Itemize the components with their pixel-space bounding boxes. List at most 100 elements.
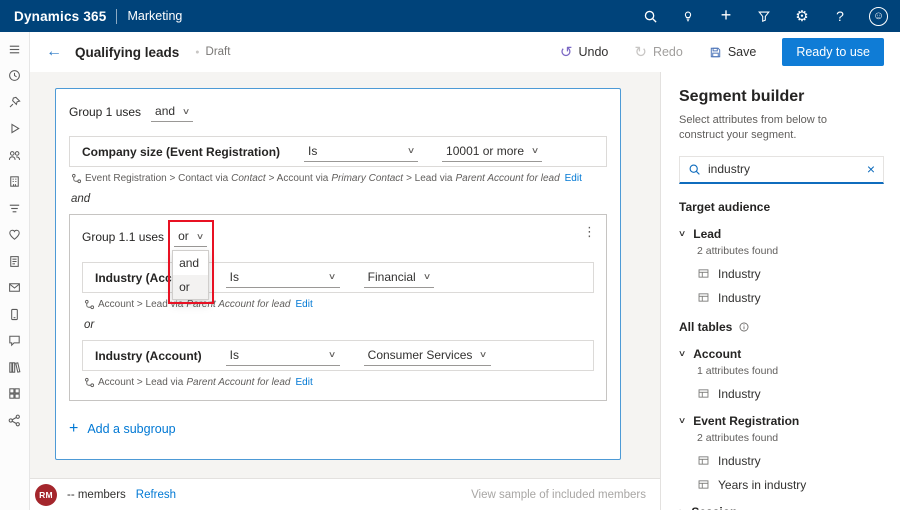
menu-icon[interactable]: [7, 41, 23, 57]
ready-to-use-button[interactable]: Ready to use: [782, 38, 884, 66]
redo-icon: ↻: [634, 43, 647, 61]
path-text: > Lead via: [406, 173, 452, 184]
attribute-label: Industry: [718, 454, 761, 468]
condition-operator-dropdown[interactable]: Is ∨: [304, 142, 418, 162]
search-icon[interactable]: [641, 7, 659, 25]
library-books-icon[interactable]: [7, 359, 23, 375]
lightbulb-icon[interactable]: [679, 7, 697, 25]
tree-group-lead-toggle[interactable]: ∨ Lead: [679, 227, 884, 241]
tree-group-event-registration: ∨ Event Registration 2 attributes found …: [679, 414, 884, 492]
attribute-icon: [697, 291, 710, 304]
attribute-item-years-in-industry[interactable]: Years in industry: [697, 478, 884, 492]
path-entity: Primary Contact: [331, 173, 403, 184]
group-1-operator-dropdown[interactable]: and ∨: [151, 102, 193, 122]
condition-value-dropdown[interactable]: Financial ∨: [364, 268, 434, 288]
attribute-label: Industry: [718, 387, 761, 401]
condition-value-dropdown[interactable]: Consumer Services ∨: [364, 346, 491, 366]
plus-icon: +: [69, 421, 78, 437]
condition-row-industry-consumer-services[interactable]: Industry (Account) Is ∨ Consumer Service…: [82, 340, 594, 371]
play-icon[interactable]: [7, 121, 23, 137]
edit-link[interactable]: Edit: [295, 377, 312, 388]
more-options-icon[interactable]: ⋮: [583, 224, 596, 240]
people-icon[interactable]: [7, 147, 23, 163]
app-name[interactable]: Marketing: [127, 9, 182, 23]
condition-row-company-size[interactable]: Company size (Event Registration) Is ∨ 1…: [69, 136, 607, 167]
apps-grid-icon[interactable]: [7, 386, 23, 402]
add-icon[interactable]: +: [717, 6, 735, 24]
relationship-icon: [84, 299, 95, 310]
operator-option-or[interactable]: or: [173, 275, 208, 299]
form-page-icon[interactable]: [7, 253, 23, 269]
mobile-phone-icon[interactable]: [7, 306, 23, 322]
group-1-1-operator-dropdown[interactable]: or ∨: [174, 227, 207, 247]
chevron-down-icon: ∨: [328, 271, 336, 282]
tree-group-name: Session: [691, 505, 737, 510]
settings-gear-icon[interactable]: ⚙: [793, 7, 811, 25]
save-button[interactable]: Save: [709, 45, 757, 59]
share-network-icon[interactable]: [7, 412, 23, 428]
attribute-item-industry[interactable]: Industry: [697, 291, 884, 305]
heart-icon[interactable]: [7, 227, 23, 243]
clear-search-icon[interactable]: ×: [867, 162, 875, 176]
building-icon[interactable]: [7, 174, 23, 190]
add-subgroup-button[interactable]: + Add a subgroup: [69, 421, 607, 437]
path-entity: Contact: [231, 173, 265, 184]
value-text: 10001 or more: [446, 144, 524, 158]
operator-dropdown-menu: and or: [172, 250, 209, 300]
attribute-item-industry[interactable]: Industry: [697, 387, 884, 401]
search-input[interactable]: [708, 162, 860, 176]
undo-button[interactable]: ↺ Undo: [560, 43, 608, 61]
segment-builder-panel: Segment builder Select attributes from b…: [660, 72, 900, 510]
path-text: > Account via: [269, 173, 329, 184]
chat-icon[interactable]: [7, 333, 23, 349]
relationship-path: Event Registration > Contact via Contact…: [71, 173, 607, 184]
condition-operator-dropdown[interactable]: Is ∨: [226, 346, 340, 366]
edit-link[interactable]: Edit: [565, 173, 582, 184]
info-icon[interactable]: [738, 321, 750, 333]
attribute-item-industry[interactable]: Industry: [697, 454, 884, 468]
path-entity: Parent Account for lead: [186, 377, 290, 388]
chevron-down-icon: ∨: [479, 349, 487, 360]
user-avatar-icon[interactable]: ☺: [869, 7, 888, 26]
condition-operator-dropdown[interactable]: Is ∨: [226, 268, 340, 288]
operator-value: Is: [230, 270, 239, 284]
attribute-search-box: ×: [679, 156, 884, 184]
chevron-down-icon: ∨: [531, 145, 539, 156]
add-subgroup-label: Add a subgroup: [87, 422, 175, 436]
condition-field-label: Industry (Account): [95, 349, 202, 363]
tree-group-session-toggle[interactable]: › Session: [679, 505, 884, 510]
edit-link[interactable]: Edit: [295, 299, 312, 310]
relationship-icon: [84, 377, 95, 388]
chevron-down-icon: ∨: [407, 145, 415, 156]
group-1-1-label: Group 1.1 uses: [82, 230, 164, 244]
tree-group-event-toggle[interactable]: ∨ Event Registration: [679, 414, 884, 428]
operator-option-and[interactable]: and: [173, 251, 208, 275]
tree-group-account-toggle[interactable]: ∨ Account: [679, 347, 884, 361]
relationship-icon: [71, 173, 82, 184]
filter-lines-icon[interactable]: [7, 200, 23, 216]
redo-button[interactable]: ↻ Redo: [634, 43, 682, 61]
attribute-label: Years in industry: [718, 478, 806, 492]
attribute-item-industry[interactable]: Industry: [697, 267, 884, 281]
dynamics-365-brand[interactable]: Dynamics 365: [14, 9, 106, 24]
condition-value-dropdown[interactable]: 10001 or more ∨: [442, 142, 542, 162]
email-icon[interactable]: [7, 280, 23, 296]
chevron-down-icon: ∨: [423, 271, 431, 282]
back-arrow-icon[interactable]: ←: [46, 43, 62, 61]
help-icon[interactable]: ?: [831, 7, 849, 25]
refresh-link[interactable]: Refresh: [136, 489, 176, 501]
chevron-right-icon: ›: [679, 507, 683, 510]
filter-icon[interactable]: [755, 7, 773, 25]
left-nav-rail: [0, 32, 30, 510]
save-label: Save: [728, 45, 757, 59]
panel-subtitle: Select attributes from below to construc…: [679, 113, 867, 144]
avatar[interactable]: RM: [35, 484, 57, 506]
pin-icon[interactable]: [7, 94, 23, 110]
path-entity: Parent Account for lead: [186, 299, 290, 310]
all-tables-label: All tables: [679, 320, 732, 334]
group-1-1-operator-value: or: [178, 229, 189, 243]
recent-clock-icon[interactable]: [7, 68, 23, 84]
condition-row-industry-financial[interactable]: Industry (Account) Is ∨ Financial ∨: [82, 262, 594, 293]
path-text: Account > Lead via: [98, 377, 183, 388]
status-badge: Draft: [206, 46, 231, 58]
